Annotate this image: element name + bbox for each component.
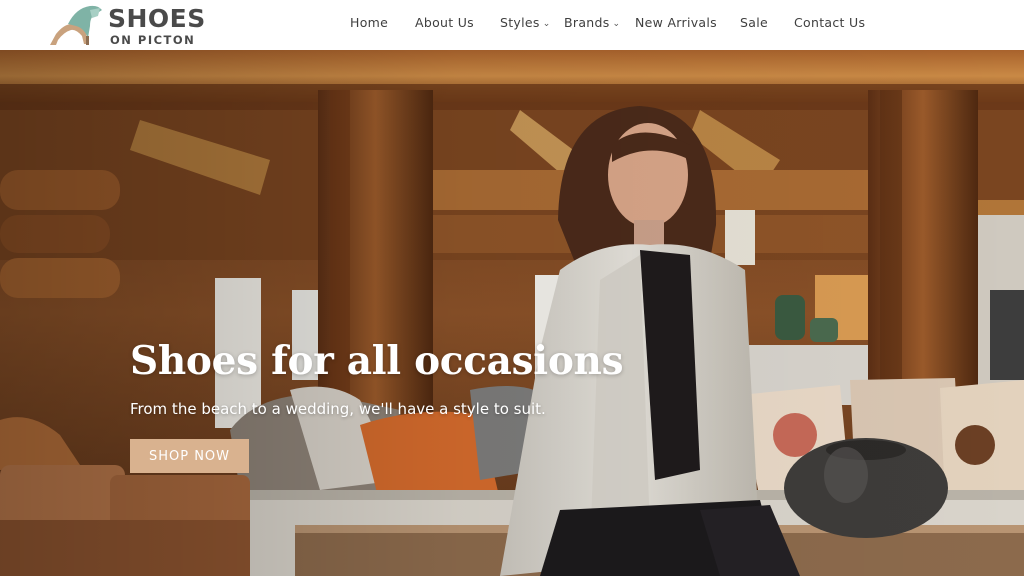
shop-now-button[interactable]: SHOP NOW xyxy=(130,439,249,473)
nav-styles[interactable]: Styles ⌄ xyxy=(500,15,551,33)
chevron-down-icon: ⌄ xyxy=(542,19,551,29)
chevron-down-icon: ⌄ xyxy=(612,19,621,29)
site-header: SHOES ON PICTON Home About Us Styles ⌄ Br… xyxy=(0,0,1024,50)
hero-banner: Shoes for all occasions From the beach t… xyxy=(0,50,1024,576)
nav-contact-us-label: Contact Us xyxy=(794,15,866,30)
hero-subtitle: From the beach to a wedding, we'll have … xyxy=(130,400,546,418)
nav-brands-label: Brands xyxy=(564,15,610,30)
nav-about-us-label: About Us xyxy=(415,15,474,30)
nav-home[interactable]: Home xyxy=(350,15,388,33)
hero-title: Shoes for all occasions xyxy=(130,338,624,384)
nav-home-label: Home xyxy=(350,15,389,30)
nav-styles-label: Styles xyxy=(500,15,540,30)
main-navigation: Home About Us Styles ⌄ Brands ⌄ New Arriva… xyxy=(0,0,1024,50)
nav-contact-us[interactable]: Contact Us xyxy=(794,15,865,33)
nav-sale[interactable]: Sale xyxy=(740,15,768,33)
nav-new-arrivals[interactable]: New Arrivals xyxy=(635,15,717,33)
hero-background-image xyxy=(0,50,1024,576)
nav-brands[interactable]: Brands ⌄ xyxy=(564,15,620,33)
nav-new-arrivals-label: New Arrivals xyxy=(635,15,717,30)
nav-about-us[interactable]: About Us xyxy=(415,15,474,33)
nav-sale-label: Sale xyxy=(740,15,768,30)
